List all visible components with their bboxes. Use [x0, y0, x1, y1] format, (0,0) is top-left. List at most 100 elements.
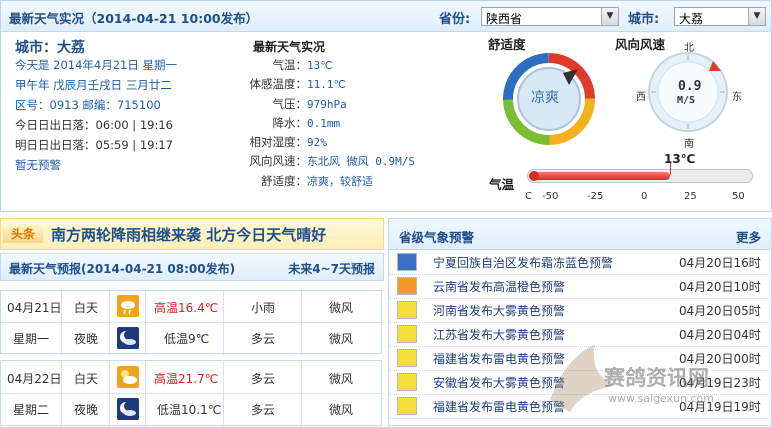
- warning-title-link[interactable]: 河南省发布大雾黄色预警: [433, 302, 565, 319]
- live-row: 风向风速：东北风 微风 0.9M/S: [237, 153, 457, 172]
- warnings-header: 省级气象预警 更多: [389, 219, 771, 250]
- forecast-weekday: 星期二: [13, 403, 50, 417]
- warning-signal-icon: [397, 325, 417, 343]
- warning-signal-icon: [397, 397, 417, 415]
- forecast-period: 夜晚: [74, 403, 99, 417]
- watermark: 赛鸽资讯网 www.saigexun.com: [540, 340, 772, 426]
- warning-signal-icon: [397, 277, 417, 295]
- warning-date: 04月20日05时: [679, 304, 761, 318]
- area-codes: 区号：0913 邮编：715100: [15, 98, 161, 112]
- live-row: 降水：0.1mm: [237, 115, 457, 134]
- province-select-value: 陕西省: [486, 12, 523, 26]
- live-row-label: 降水：: [272, 115, 308, 130]
- warning-signal-icon: [397, 373, 417, 391]
- watermark-url: www.saigexun.com: [608, 392, 715, 405]
- thermo-tick-label: 25: [684, 191, 697, 202]
- chevron-down-icon: ▼: [601, 8, 618, 25]
- live-row: 气压：979hPa: [237, 96, 457, 115]
- forecast-low-temp: 低温10.1℃: [157, 403, 222, 417]
- forecast-4-7-link[interactable]: 未来4~7天预报: [288, 260, 375, 277]
- live-row-label: 气温：: [272, 58, 308, 72]
- lunar-date: 甲午年 戊辰月壬戌日 三月廿二: [15, 78, 172, 92]
- thermo-tick-label: -25: [587, 191, 604, 202]
- live-row: 舒适度：凉爽，较舒适: [237, 173, 457, 192]
- warning-date: 04月20日16时: [679, 256, 761, 270]
- forecast-period: 白天: [74, 372, 99, 386]
- forecast-period: 白天: [74, 301, 99, 315]
- live-row-label: 风向风速：: [249, 154, 308, 169]
- live-weather-title: 最新天气实况（2014-04-21 10:00发布）: [9, 11, 259, 26]
- wind-unit: M/S: [677, 95, 696, 106]
- warning-title-link[interactable]: 宁夏回族自治区发布霜冻蓝色预警: [433, 254, 613, 271]
- warnings-more-link[interactable]: 更多: [736, 227, 761, 246]
- forecast-high-temp: 高温21.7℃: [154, 372, 219, 386]
- forecast-wind: 微风: [329, 301, 354, 315]
- compass-north: 北: [684, 43, 694, 54]
- partly-cloudy-icon: [117, 366, 139, 388]
- province-select[interactable]: 陕西省 ▼: [481, 7, 619, 26]
- forecast-date: 04月22日: [7, 372, 62, 386]
- warning-date: 04月20日10时: [679, 280, 761, 294]
- today-sunrise-sunset: 今日日出日落：06:00 | 19:16: [15, 118, 173, 132]
- thermo-unit: C: [525, 191, 532, 202]
- forecast-wind: 微风: [329, 372, 354, 386]
- forecast-wind: 微风: [329, 332, 354, 346]
- live-row-label: 舒适度：: [261, 173, 307, 188]
- warning-row[interactable]: 宁夏回族自治区发布霜冻蓝色预警 04月20日16时: [389, 250, 771, 275]
- warnings-title: 省级气象预警: [399, 230, 475, 245]
- headline-badge: 头条: [3, 225, 43, 243]
- city-select-value: 大荔: [679, 12, 704, 26]
- forecast-weather: 多云: [251, 403, 276, 417]
- warning-signal-icon: [397, 301, 417, 319]
- live-data-title: 最新天气实况: [253, 40, 326, 54]
- live-row: 相对湿度：92%: [237, 134, 457, 153]
- thermo-tick-label: 0: [641, 191, 648, 202]
- tomorrow-sunrise-sunset: 明日日出日落：05:59 | 19:17: [15, 138, 173, 152]
- comfort-value: 凉爽: [531, 90, 559, 106]
- live-row-value: 凉爽，较舒适: [307, 174, 373, 188]
- warning-signal-icon: [397, 253, 417, 271]
- thermo-bulb: [529, 171, 539, 181]
- forecast-high-temp: 高温16.4℃: [154, 301, 219, 315]
- live-row: 体感温度：11.1℃: [237, 76, 457, 95]
- forecast-weather: 小雨: [251, 301, 276, 315]
- city-name: 城市：大荔: [15, 40, 85, 56]
- forecast-day-block: 04月21日 星期一 白天 夜晚 高温16.4℃ 低温9℃ 小雨 多云 微风 微…: [0, 290, 383, 355]
- today-date: 今天是 2014年4月21日 星期一: [15, 58, 178, 72]
- live-data-list: 气温：13℃ 体感温度：11.1℃ 气压：979hPa 降水：0.1mm 相对湿…: [237, 57, 457, 192]
- live-row-value: 0.1mm: [307, 116, 341, 130]
- headline-link[interactable]: 南方两轮降雨相继来袭 北方今日天气晴好: [51, 224, 326, 245]
- city-select[interactable]: 大荔 ▼: [674, 7, 766, 26]
- alert-status[interactable]: 暂无预警: [15, 157, 61, 173]
- city-label: 城市:: [628, 12, 660, 27]
- chevron-down-icon: ▼: [748, 8, 765, 25]
- forecast-day-block: 04月22日 星期二 白天 夜晚 高温21.7℃ 低温10.1℃ 多云 多云 微…: [0, 360, 383, 427]
- thermo-label: 气温: [489, 177, 515, 192]
- forecast-wind: 微风: [329, 403, 354, 417]
- live-row-value: 979hPa: [307, 97, 347, 111]
- warning-title-link[interactable]: 云南省发布高温橙色预警: [433, 278, 565, 295]
- cloudy-night-icon: [117, 398, 139, 420]
- forecast-date: 04月21日: [7, 301, 62, 315]
- thermo-tick-label: -50: [542, 191, 559, 202]
- live-row-value: 13℃: [307, 59, 333, 72]
- wind-speed: 0.9: [678, 79, 702, 94]
- forecast-header: 最新天气预报(2014-04-21 08:00发布) 未来4~7天预报: [0, 253, 384, 281]
- forecast-period: 夜晚: [74, 332, 99, 346]
- forecast-weekday: 星期一: [13, 332, 50, 346]
- thermo-tick-label: 50: [732, 191, 745, 202]
- forecast-low-temp: 低温9℃: [164, 332, 210, 346]
- forecast-title: 最新天气预报(2014-04-21 08:00发布): [9, 262, 236, 276]
- live-row-value: 东北风 微风 0.9M/S: [307, 155, 415, 169]
- forecast-weather: 多云: [251, 372, 276, 386]
- warning-row[interactable]: 河南省发布大雾黄色预警 04月20日05时: [389, 298, 771, 323]
- live-weather-header: 最新天气实况（2014-04-21 10:00发布） 省份: 陕西省 ▼ 城市:…: [1, 1, 771, 32]
- live-weather-panel: 最新天气实况（2014-04-21 10:00发布） 省份: 陕西省 ▼ 城市:…: [0, 0, 772, 212]
- live-row: 气温：13℃: [237, 57, 457, 76]
- live-row-label: 体感温度：: [249, 77, 308, 92]
- thermo-current: 13℃: [664, 152, 696, 166]
- province-label: 省份:: [439, 12, 471, 27]
- live-row-label: 相对湿度：: [249, 135, 308, 150]
- watermark-text: 赛鸽资讯网: [604, 366, 709, 390]
- warning-row[interactable]: 云南省发布高温橙色预警 04月20日10时: [389, 274, 771, 299]
